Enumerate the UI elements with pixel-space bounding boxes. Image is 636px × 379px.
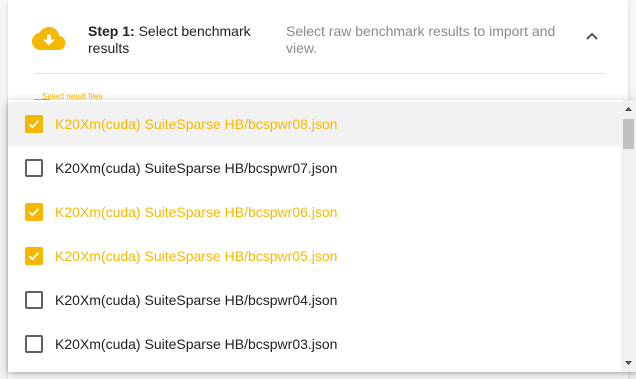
divider — [34, 73, 604, 74]
step-title: Step 1: Select benchmark results — [88, 23, 278, 57]
checkbox-unchecked-icon[interactable] — [25, 291, 43, 309]
file-option-label: K20Xm(cuda) SuiteSparse HB/bcspwr06.json — [55, 204, 338, 220]
file-option[interactable]: K20Xm(cuda) SuiteSparse HB/bcspwr08.json — [8, 102, 621, 146]
file-option-label: K20Xm(cuda) SuiteSparse HB/bcspwr04.json — [55, 292, 338, 308]
chevron-up-icon[interactable] — [581, 28, 603, 44]
scroll-thumb[interactable] — [623, 119, 634, 149]
file-option[interactable]: K20Xm(cuda) SuiteSparse HB/bcspwr07.json — [8, 146, 621, 190]
checkbox-unchecked-icon[interactable] — [25, 159, 43, 177]
file-select-dropdown[interactable]: K20Xm(cuda) SuiteSparse HB/bcspwr08.json… — [8, 100, 636, 372]
file-option-label: K20Xm(cuda) SuiteSparse HB/bcspwr08.json — [55, 116, 338, 132]
file-option[interactable]: K20Xm(cuda) SuiteSparse HB/bcspwr05.json — [8, 234, 621, 278]
step-number: Step 1: — [88, 23, 135, 39]
checkbox-checked-icon[interactable] — [25, 203, 43, 221]
scroll-up-arrow-icon[interactable] — [624, 105, 633, 113]
step-header[interactable]: Step 1: Select benchmark results Select … — [8, 0, 628, 75]
scroll-down-arrow-icon[interactable] — [624, 359, 633, 367]
file-option-label: K20Xm(cuda) SuiteSparse HB/bcspwr07.json — [55, 160, 338, 176]
checkbox-checked-icon[interactable] — [25, 115, 43, 133]
file-option[interactable]: K20Xm(cuda) SuiteSparse HB/bcspwr03.json — [8, 322, 621, 366]
checkbox-unchecked-icon[interactable] — [25, 335, 43, 353]
file-option-label: K20Xm(cuda) SuiteSparse HB/bcspwr03.json — [55, 336, 338, 352]
file-option[interactable]: K20Xm(cuda) SuiteSparse HB/bcspwr06.json — [8, 190, 621, 234]
step-description: Select raw benchmark results to import a… — [286, 23, 556, 56]
checkbox-checked-icon[interactable] — [25, 247, 43, 265]
file-option-label: K20Xm(cuda) SuiteSparse HB/bcspwr05.json — [55, 248, 338, 264]
scrollbar[interactable] — [621, 100, 636, 372]
cloud-download-icon — [32, 27, 66, 50]
file-option[interactable]: K20Xm(cuda) SuiteSparse HB/bcspwr04.json — [8, 278, 621, 322]
